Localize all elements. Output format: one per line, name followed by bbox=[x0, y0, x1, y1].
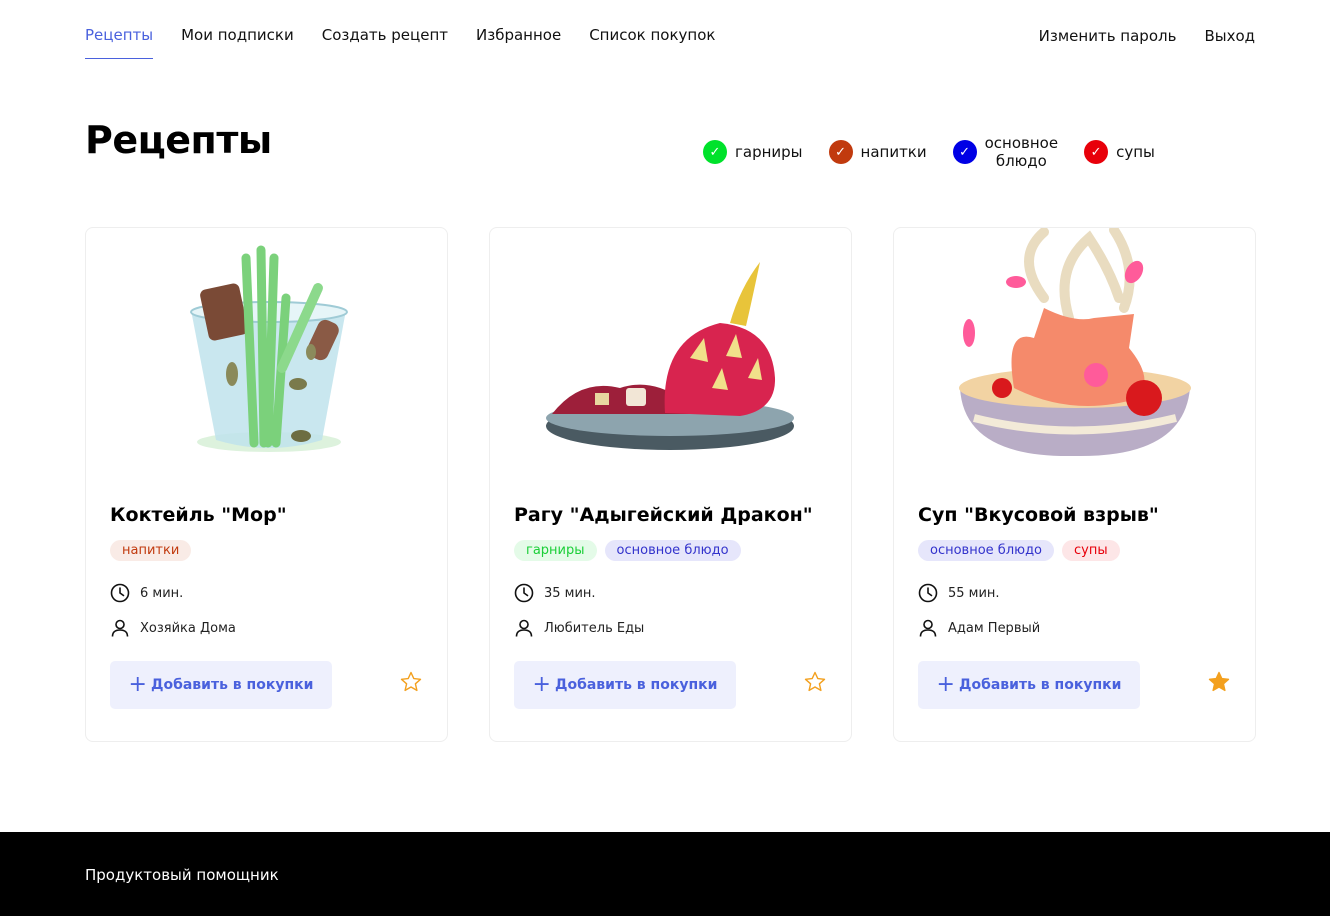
author-name[interactable]: Любитель Еды bbox=[544, 621, 644, 636]
star-outline-icon[interactable] bbox=[803, 670, 827, 694]
nav-favorites[interactable]: Избранное bbox=[476, 24, 561, 59]
cook-time: 6 мин. bbox=[110, 583, 183, 603]
recipe-tags: гарниры основное блюдо bbox=[514, 540, 741, 561]
add-to-shopping-button[interactable]: + Добавить в покупки bbox=[110, 661, 332, 709]
add-to-shopping-button[interactable]: + Добавить в покупки bbox=[918, 661, 1140, 709]
recipe-tags: напитки bbox=[110, 540, 192, 561]
footer-brand: Продуктовый помощник bbox=[85, 866, 279, 884]
tag-badge: гарниры bbox=[514, 540, 597, 561]
recipe-card: Суп "Вкусовой взрыв" основное блюдо супы… bbox=[893, 225, 1256, 742]
recipe-author: Любитель Еды bbox=[514, 618, 644, 638]
top-navigation: Рецепты Мои подписки Создать рецепт Избр… bbox=[0, 0, 1330, 70]
filter-main-dish[interactable]: ✓ основное блюдо bbox=[952, 134, 1058, 170]
nav-logout[interactable]: Выход bbox=[1204, 25, 1255, 47]
tag-badge: напитки bbox=[110, 540, 192, 561]
check-icon: ✓ bbox=[828, 140, 853, 164]
soup-bowl-illustration[interactable] bbox=[894, 225, 1255, 468]
check-icon: ✓ bbox=[703, 140, 727, 164]
add-to-shopping-label: Добавить в покупки bbox=[150, 677, 314, 693]
dragonfruit-plate-illustration[interactable] bbox=[490, 228, 851, 468]
footer: Продуктовый помощник bbox=[0, 832, 1330, 916]
tag-badge: основное блюдо bbox=[918, 540, 1055, 561]
add-to-shopping-label: Добавить в покупки bbox=[554, 677, 718, 693]
star-filled-icon[interactable] bbox=[1207, 670, 1231, 694]
filter-label: напитки bbox=[860, 143, 927, 161]
nav-shopping-list[interactable]: Список покупок bbox=[589, 24, 715, 59]
cook-time-value: 6 мин. bbox=[140, 585, 184, 601]
user-icon bbox=[919, 619, 937, 637]
cook-time: 35 мин. bbox=[514, 583, 596, 603]
user-icon bbox=[515, 619, 533, 637]
account-nav: Изменить пароль Выход bbox=[1011, 25, 1255, 47]
filter-drinks[interactable]: ✓ напитки bbox=[828, 140, 927, 164]
recipe-card: Коктейль "Мор" напитки 6 мин. Хозяйка До… bbox=[85, 227, 448, 742]
author-name[interactable]: Адам Первый bbox=[948, 621, 1040, 636]
author-name[interactable]: Хозяйка Дома bbox=[140, 621, 236, 636]
recipe-tags: основное блюдо супы bbox=[918, 540, 1120, 561]
page-title: Рецепты bbox=[85, 118, 272, 162]
recipe-author: Адам Первый bbox=[918, 618, 1040, 638]
user-icon bbox=[111, 619, 129, 637]
recipe-title[interactable]: Рагу "Адыгейский Дракон" bbox=[514, 504, 813, 526]
clock-icon bbox=[514, 583, 534, 603]
nav-create-recipe[interactable]: Создать рецепт bbox=[322, 24, 448, 59]
nav-change-password[interactable]: Изменить пароль bbox=[1039, 25, 1177, 47]
filter-label-line: блюдо bbox=[995, 152, 1047, 170]
plus-icon: + bbox=[128, 672, 147, 697]
cook-time-value: 55 мин. bbox=[948, 585, 1000, 601]
filter-label: супы bbox=[1116, 143, 1155, 161]
tag-badge: основное блюдо bbox=[604, 540, 741, 561]
recipe-cards: Коктейль "Мор" напитки 6 мин. Хозяйка До… bbox=[85, 225, 1256, 742]
recipe-author: Хозяйка Дома bbox=[110, 618, 236, 638]
tag-badge: супы bbox=[1062, 540, 1120, 561]
filter-label: гарниры bbox=[735, 143, 803, 161]
recipe-title[interactable]: Суп "Вкусовой взрыв" bbox=[918, 504, 1159, 526]
clock-icon bbox=[110, 583, 130, 603]
tag-filters: ✓ гарниры ✓ напитки ✓ основное блюдо ✓ с… bbox=[703, 134, 1181, 170]
plus-icon: + bbox=[532, 672, 551, 697]
nav-subscriptions[interactable]: Мои подписки bbox=[181, 24, 294, 59]
add-to-shopping-button[interactable]: + Добавить в покупки bbox=[514, 661, 736, 709]
recipe-title[interactable]: Коктейль "Мор" bbox=[110, 504, 287, 526]
nav-recipes[interactable]: Рецепты bbox=[85, 24, 154, 59]
recipe-card: Рагу "Адыгейский Дракон" гарниры основно… bbox=[489, 227, 852, 742]
cook-time: 55 мин. bbox=[918, 583, 1000, 603]
clock-icon bbox=[918, 583, 938, 603]
cocktail-glass-illustration[interactable] bbox=[86, 228, 447, 468]
main-nav: Рецепты Мои подписки Создать рецепт Избр… bbox=[85, 24, 743, 59]
filter-label: основное блюдо bbox=[985, 134, 1058, 170]
filter-soups[interactable]: ✓ супы bbox=[1084, 140, 1155, 164]
star-outline-icon[interactable] bbox=[399, 670, 423, 694]
cook-time-value: 35 мин. bbox=[544, 585, 596, 601]
filter-garnish[interactable]: ✓ гарниры bbox=[703, 140, 803, 164]
check-icon: ✓ bbox=[952, 140, 977, 164]
check-icon: ✓ bbox=[1084, 140, 1109, 164]
plus-icon: + bbox=[936, 672, 955, 697]
add-to-shopping-label: Добавить в покупки bbox=[958, 677, 1122, 693]
filter-label-line: основное bbox=[984, 134, 1059, 152]
